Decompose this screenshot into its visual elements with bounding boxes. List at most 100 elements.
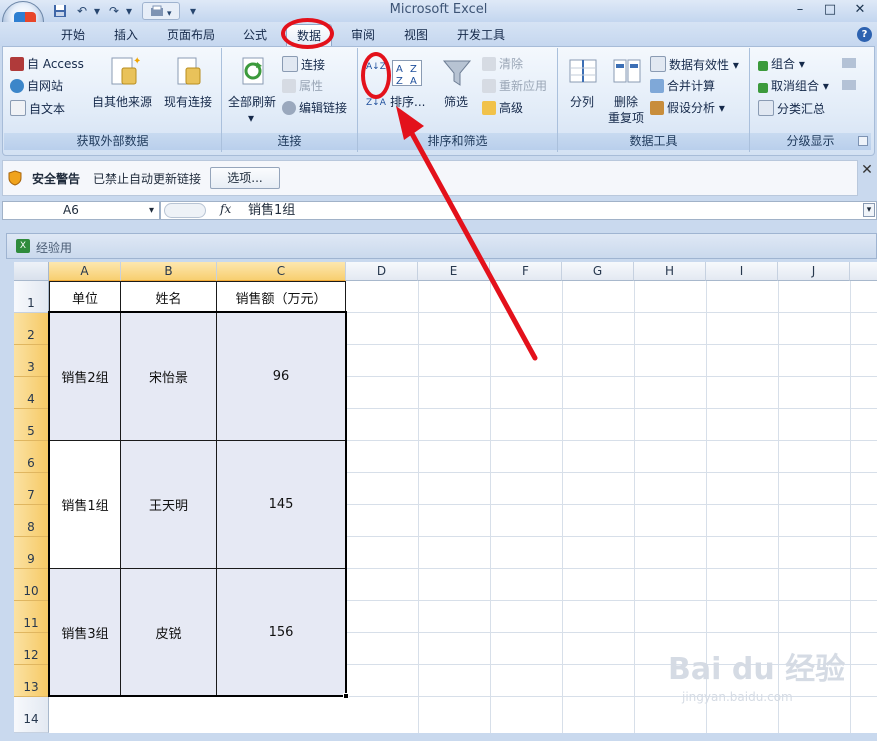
insert-function-icon[interactable]: fx [220, 202, 231, 216]
ungroup-button[interactable]: 取消组合 ▾ [758, 78, 829, 94]
annotation-circle-sort-ascending [361, 52, 391, 99]
from-other-sources-button[interactable]: 自其他来源 [92, 94, 152, 110]
column-header-k[interactable] [850, 262, 877, 281]
existing-connections-button[interactable]: 现有连接 [164, 94, 212, 110]
text-to-columns-button[interactable]: 分列 [570, 94, 594, 110]
what-if-analysis-button[interactable]: 假设分析 ▾ [650, 100, 725, 116]
connections-button[interactable]: 连接 [282, 56, 325, 73]
svg-text:✦: ✦ [133, 56, 140, 67]
data-validation-button[interactable]: 数据有效性 ▾ [650, 56, 739, 73]
svg-text:A: A [396, 64, 403, 75]
row-header-1[interactable]: 1 [14, 281, 49, 313]
column-header-h[interactable]: H [634, 262, 706, 281]
column-header-i[interactable]: I [706, 262, 778, 281]
close-warning-icon[interactable]: ✕ [860, 163, 874, 177]
gridline [346, 536, 877, 537]
from-text-button[interactable]: 自文本 [10, 100, 65, 117]
redo-icon[interactable]: ↷ [106, 2, 122, 20]
tab-insert[interactable]: 插入 [103, 24, 149, 46]
data-validation-icon [650, 56, 666, 72]
redo-dropdown-icon[interactable]: ▾ [124, 2, 134, 20]
ungroup-icon [758, 83, 768, 93]
show-detail-icon[interactable] [842, 58, 856, 68]
clear-button[interactable]: 清除 [482, 56, 523, 72]
row-header-4[interactable]: 4 [14, 377, 49, 409]
fill-handle[interactable] [343, 693, 349, 699]
row-header-3[interactable]: 3 [14, 345, 49, 377]
tab-developer[interactable]: 开发工具 [448, 24, 514, 46]
column-header-g[interactable]: G [562, 262, 634, 281]
column-header-a[interactable]: A [49, 262, 121, 281]
group-icon [758, 61, 768, 71]
svg-text:▾: ▾ [167, 9, 172, 19]
column-header-b[interactable]: B [121, 262, 217, 281]
row-header-7[interactable]: 7 [14, 473, 49, 505]
dialog-launcher-icon[interactable] [858, 136, 868, 146]
row-header-9[interactable]: 9 [14, 537, 49, 569]
row-header-6[interactable]: 6 [14, 441, 49, 473]
gridline [562, 281, 563, 733]
properties-button[interactable]: 属性 [282, 78, 323, 94]
expand-formula-bar-icon[interactable]: ▾ [863, 203, 875, 217]
link-icon [282, 101, 296, 115]
row-header-14[interactable]: 14 [14, 697, 49, 733]
tab-view[interactable]: 视图 [393, 24, 439, 46]
name-box[interactable]: A6 ▾ [2, 201, 160, 220]
undo-dropdown-icon[interactable]: ▾ [92, 2, 102, 20]
cell-b1[interactable]: 姓名 [120, 281, 217, 313]
hide-detail-icon[interactable] [842, 80, 856, 90]
gridline [346, 376, 877, 377]
remove-duplicates-button[interactable]: 删除 [614, 94, 638, 110]
tab-review[interactable]: 审阅 [340, 24, 386, 46]
gridline [346, 440, 877, 441]
refresh-all-button[interactable]: 全部刷新 [228, 94, 276, 110]
row-header-5[interactable]: 5 [14, 409, 49, 441]
gridline [346, 472, 877, 473]
formula-bar-splitter[interactable] [164, 203, 206, 218]
minimize-button[interactable]: – [786, 0, 814, 20]
clear-filter-icon [482, 57, 496, 71]
what-if-icon [650, 101, 664, 115]
formula-content[interactable]: 销售1组 [248, 201, 295, 220]
tab-home[interactable]: 开始 [50, 24, 96, 46]
gridline [634, 281, 635, 733]
cell-a1[interactable]: 单位 [49, 281, 121, 313]
column-header-j[interactable]: J [778, 262, 850, 281]
consolidate-icon [650, 79, 664, 93]
edit-links-button[interactable]: 编辑链接 [282, 100, 347, 116]
select-all-button[interactable] [14, 262, 49, 281]
refresh-all-icon [238, 54, 270, 90]
remove-duplicates-button-line2[interactable]: 重复项 [608, 110, 644, 126]
undo-icon[interactable]: ↶ [74, 2, 90, 20]
save-icon[interactable] [52, 2, 68, 20]
row-header-8[interactable]: 8 [14, 505, 49, 537]
row-header-11[interactable]: 11 [14, 601, 49, 633]
tab-formulas[interactable]: 公式 [232, 24, 278, 46]
customize-qat-icon[interactable]: ▾ [188, 2, 198, 20]
options-button[interactable]: 选项... [210, 167, 280, 189]
gridline [346, 408, 877, 409]
row-header-2[interactable]: 2 [14, 313, 49, 345]
subtotal-button[interactable]: 分类汇总 [758, 100, 825, 117]
row-header-13[interactable]: 13 [14, 665, 49, 697]
group-button[interactable]: 组合 ▾ [758, 56, 805, 72]
refresh-all-dropdown-icon[interactable]: ▾ [248, 110, 254, 126]
access-icon [10, 57, 24, 71]
row-header-10[interactable]: 10 [14, 569, 49, 601]
gridline [346, 632, 877, 633]
restore-button[interactable]: □ [816, 0, 844, 20]
column-header-c[interactable]: C [217, 262, 346, 281]
help-icon[interactable]: ? [857, 27, 872, 42]
quick-print-icon[interactable]: ▾ [142, 2, 180, 20]
from-access-button[interactable]: 自 Access [10, 56, 84, 72]
from-web-button[interactable]: 自网站 [10, 78, 63, 94]
consolidate-button[interactable]: 合并计算 [650, 78, 715, 94]
tab-page-layout[interactable]: 页面布局 [158, 24, 224, 46]
text-file-icon [10, 100, 26, 116]
close-button[interactable]: ✕ [846, 0, 874, 20]
cell-c1[interactable]: 销售额（万元） [216, 281, 346, 313]
row-header-12[interactable]: 12 [14, 633, 49, 665]
reapply-button[interactable]: 重新应用 [482, 78, 547, 94]
excel-workbook-icon: X [16, 239, 30, 253]
name-box-dropdown-icon[interactable]: ▾ [149, 202, 154, 219]
